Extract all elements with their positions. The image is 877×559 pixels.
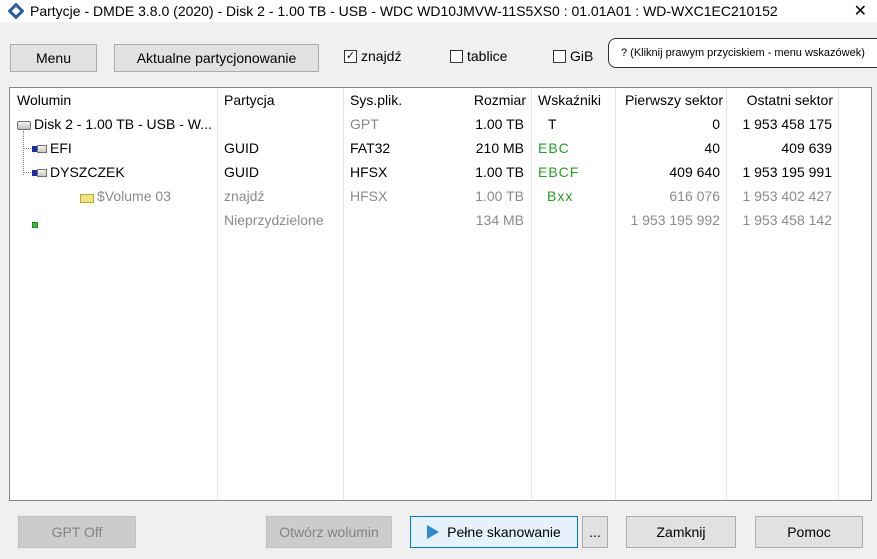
column-header-first-sector[interactable]: Pierwszy sektor xyxy=(610,92,723,108)
gib-checkbox-label: GiB xyxy=(570,48,594,64)
partition-type: Nieprzydzielone xyxy=(224,212,324,228)
volume-name: EFI xyxy=(50,140,72,156)
first-sector: 40 xyxy=(704,140,720,156)
unallocated-icon xyxy=(32,222,38,228)
column-header-partition[interactable]: Partycja xyxy=(224,92,275,108)
full-scan-label: Pełne skanowanie xyxy=(447,524,561,540)
find-checkbox[interactable]: ✓ znajdź xyxy=(344,48,401,64)
more-options-button[interactable]: ... xyxy=(582,516,608,548)
window-title: Partycje - DMDE 3.8.0 (2020) - Disk 2 - … xyxy=(30,3,778,19)
partition-type: GUID xyxy=(224,164,259,180)
filesystem: GPT xyxy=(350,116,379,132)
dmde-app-icon xyxy=(8,3,24,19)
tables-checkbox-box[interactable] xyxy=(450,49,463,63)
found-volume-icon xyxy=(80,194,94,203)
table-row[interactable]: Disk 2 - 1.00 TB - USB - W... GPT 1.00 T… xyxy=(10,112,871,136)
menu-button[interactable]: Menu xyxy=(10,44,97,72)
flags: EBC xyxy=(538,140,570,156)
column-header-flags[interactable]: Wskaźniki xyxy=(538,92,601,108)
close-button[interactable]: Zamknij xyxy=(626,516,736,548)
last-sector: 1 953 402 427 xyxy=(742,188,832,204)
tables-checkbox-label: tablice xyxy=(467,48,508,64)
title-bar: Partycje - DMDE 3.8.0 (2020) - Disk 2 - … xyxy=(0,0,877,22)
find-checkbox-box[interactable]: ✓ xyxy=(344,49,357,63)
table-row[interactable]: Nieprzydzielone 134 MB 1 953 195 992 1 9… xyxy=(10,208,871,232)
table-row[interactable]: EFI GUID FAT32 210 MB EBC 40 409 639 xyxy=(10,136,871,160)
partition-type: GUID xyxy=(224,140,259,156)
filesystem: HFSX xyxy=(350,164,388,180)
help-button[interactable]: Pomoc xyxy=(755,516,863,548)
first-sector: 409 640 xyxy=(669,164,720,180)
column-header-size[interactable]: Rozmiar xyxy=(450,92,526,108)
table-row[interactable]: $Volume 03 znajdź HFSX 1.00 TB Bxx 616 0… xyxy=(10,184,871,208)
flags: Bxx xyxy=(547,188,574,204)
partition-table[interactable]: Wolumin Partycja Sys.plik. Rozmiar Wskaź… xyxy=(9,87,872,501)
column-header-volume[interactable]: Wolumin xyxy=(17,92,71,108)
volume-icon xyxy=(32,144,47,154)
table-row[interactable]: DYSZCZEK GUID HFSX 1.00 TB EBCF 409 640 … xyxy=(10,160,871,184)
size: 1.00 TB xyxy=(475,164,524,180)
size: 134 MB xyxy=(475,212,524,228)
tables-checkbox[interactable]: tablice xyxy=(450,48,507,64)
size: 1.00 TB xyxy=(475,188,524,204)
flags: EBCF xyxy=(538,164,580,180)
play-icon xyxy=(427,525,440,539)
partition-type: znajdź xyxy=(224,188,265,204)
size: 210 MB xyxy=(475,140,524,156)
volume-name: Disk 2 - 1.00 TB - USB - W... xyxy=(34,116,212,132)
filesystem: FAT32 xyxy=(350,140,391,156)
gpt-off-button[interactable]: GPT Off xyxy=(18,516,136,548)
filesystem: HFSX xyxy=(350,188,388,204)
first-sector: 1 953 195 992 xyxy=(630,212,720,228)
gib-checkbox-box[interactable] xyxy=(553,49,566,63)
volume-icon xyxy=(32,168,47,178)
last-sector: 1 953 458 175 xyxy=(742,116,832,132)
size: 1.00 TB xyxy=(475,116,524,132)
volume-name: DYSZCZEK xyxy=(50,164,125,180)
current-partitioning-button[interactable]: Aktualne partycjonowanie xyxy=(114,44,319,72)
close-window-icon[interactable]: ✕ xyxy=(854,1,867,21)
column-header-last-sector[interactable]: Ostatni sektor xyxy=(720,92,833,108)
column-header-filesystem[interactable]: Sys.plik. xyxy=(350,92,402,108)
last-sector: 409 639 xyxy=(781,140,832,156)
flags: T xyxy=(548,116,557,132)
volume-name: $Volume 03 xyxy=(97,188,171,204)
last-sector: 1 953 195 991 xyxy=(742,164,832,180)
last-sector: 1 953 458 142 xyxy=(742,212,832,228)
first-sector: 0 xyxy=(712,116,720,132)
hint-box[interactable]: ? (Kliknij prawym przyciskiem - menu wsk… xyxy=(608,38,877,68)
find-checkbox-label: znajdź xyxy=(361,48,402,64)
table-header: Wolumin Partycja Sys.plik. Rozmiar Wskaź… xyxy=(10,88,871,113)
full-scan-button[interactable]: Pełne skanowanie xyxy=(410,516,578,548)
gib-checkbox[interactable]: GiB xyxy=(553,48,593,64)
disk-icon xyxy=(17,121,31,130)
first-sector: 616 076 xyxy=(669,188,720,204)
open-volume-button[interactable]: Otwórz wolumin xyxy=(266,516,392,548)
